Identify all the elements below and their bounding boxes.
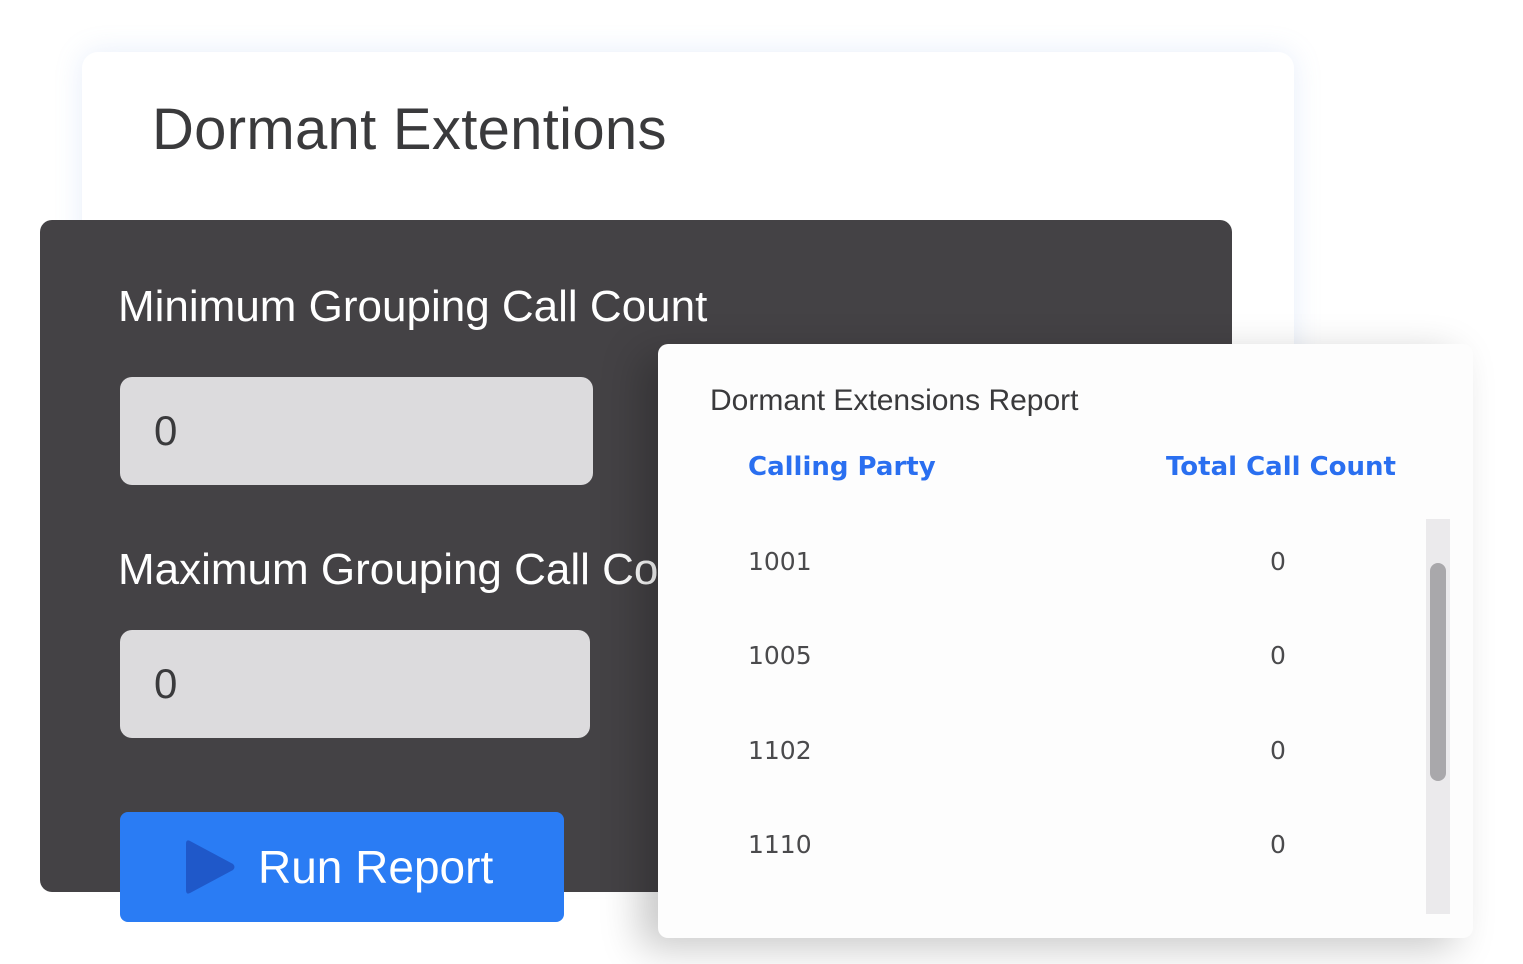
min-call-count-input[interactable] bbox=[120, 377, 593, 485]
table-row: 1110 0 bbox=[658, 830, 1418, 870]
calling-party-cell: 1001 bbox=[748, 547, 812, 576]
calling-party-cell: 1110 bbox=[748, 830, 812, 859]
column-header-calling-party[interactable]: Calling Party bbox=[748, 452, 936, 482]
total-call-count-cell: 0 bbox=[1270, 830, 1286, 859]
calling-party-cell: 1102 bbox=[748, 736, 812, 765]
calling-party-cell: 1005 bbox=[748, 641, 812, 670]
report-scrollbar-thumb[interactable] bbox=[1430, 563, 1446, 781]
stage: Dormant Extentions Minimum Grouping Call… bbox=[0, 0, 1523, 964]
report-title: Dormant Extensions Report bbox=[710, 384, 1079, 417]
table-row: 1001 0 bbox=[658, 547, 1418, 587]
total-call-count-cell: 0 bbox=[1270, 736, 1286, 765]
table-row: 1005 0 bbox=[658, 641, 1418, 681]
run-report-label: Run Report bbox=[258, 841, 494, 893]
page-title: Dormant Extentions bbox=[152, 97, 667, 162]
run-report-button[interactable]: Run Report bbox=[120, 812, 564, 922]
report-scrollbar[interactable] bbox=[1426, 519, 1450, 914]
total-call-count-cell: 0 bbox=[1270, 641, 1286, 670]
table-row: 1102 0 bbox=[658, 736, 1418, 776]
column-header-total-call-count[interactable]: Total Call Count bbox=[1166, 452, 1396, 482]
max-call-count-label: Maximum Grouping Call Count bbox=[118, 545, 720, 594]
min-call-count-label: Minimum Grouping Call Count bbox=[118, 282, 708, 331]
report-card: Dormant Extensions Report Calling Party … bbox=[658, 344, 1473, 938]
total-call-count-cell: 0 bbox=[1270, 547, 1286, 576]
max-call-count-input[interactable] bbox=[120, 630, 590, 738]
play-icon bbox=[186, 839, 236, 895]
